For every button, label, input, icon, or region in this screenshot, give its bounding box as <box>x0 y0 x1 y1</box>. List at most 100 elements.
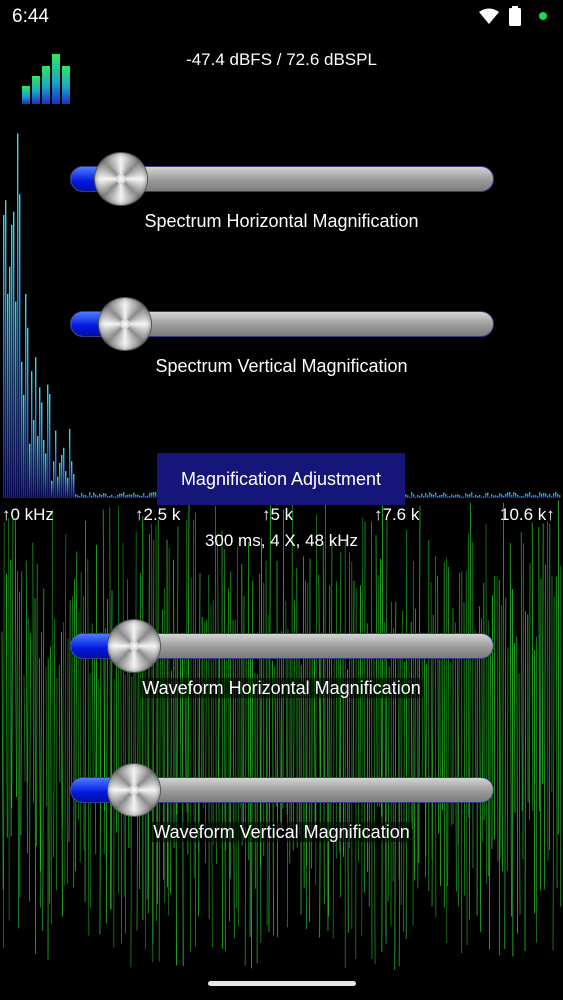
spectrum-bar <box>85 495 87 498</box>
waveform-line <box>198 573 201 917</box>
slider-thumb[interactable] <box>107 764 160 816</box>
waveform-line <box>504 597 507 949</box>
spectrum-bar <box>431 494 433 498</box>
spectrum-bar <box>529 492 531 498</box>
waveform-line <box>3 521 5 949</box>
waveform-line <box>509 542 512 917</box>
spectrum-bar <box>147 495 149 498</box>
spectrum-bar <box>95 494 97 498</box>
spectrum-bar <box>115 496 117 498</box>
spectrum-bar <box>543 493 545 498</box>
waveform-line <box>499 605 502 859</box>
waveform-line <box>29 633 31 902</box>
spectrum-bar <box>109 495 111 498</box>
spectrum-bar <box>131 494 133 498</box>
spectrum-bar <box>45 453 47 498</box>
waveform-line <box>8 518 10 921</box>
level-readout: -47.4 dBFS / 72.6 dBSPL <box>186 50 377 69</box>
waveform-line <box>541 523 544 784</box>
spectrum-bar <box>521 495 523 498</box>
spectrum-bar <box>19 194 21 498</box>
waveform-line <box>6 573 8 838</box>
spectrum-bar <box>525 493 527 498</box>
spectrum-bar <box>117 494 119 498</box>
spectrum-bar <box>519 496 521 498</box>
waveform-line <box>147 534 150 914</box>
spectrum-bar <box>79 496 81 498</box>
spectrum-bar <box>51 480 53 498</box>
spectrum-bar <box>497 495 499 498</box>
spectrum-bar <box>93 492 95 498</box>
spectrum-bar <box>447 496 449 498</box>
spectrum-bar <box>547 495 549 498</box>
spectrum-bar <box>17 133 19 498</box>
spectrum-bar <box>515 492 517 498</box>
spectrum-bar <box>75 494 77 498</box>
spectrum-bar <box>125 495 127 498</box>
waveform-line <box>268 505 271 932</box>
spectrum-bar <box>69 428 71 498</box>
spectrum-bar <box>97 495 99 498</box>
waveform-line <box>151 523 154 963</box>
spectrum-bar <box>29 443 31 498</box>
waveform-line <box>266 615 269 926</box>
spectrum-bar <box>483 496 485 498</box>
spectrum-bar <box>473 496 475 498</box>
spectrum-bar <box>455 494 457 498</box>
waveform-line <box>234 619 237 908</box>
spectrum-bar <box>57 476 59 498</box>
waveform-line <box>40 631 42 908</box>
spectrum-bar <box>63 447 65 498</box>
spectrum-bar <box>127 494 129 498</box>
slider-label: Waveform Vertical Magnification <box>151 822 412 842</box>
spectrum-bar <box>149 493 151 498</box>
waveform-line <box>32 542 35 803</box>
spectrum-bar <box>457 494 459 498</box>
spectrum-bar <box>409 496 411 498</box>
spectrum-bar <box>103 493 105 498</box>
waveform-line <box>84 521 86 902</box>
waveform-line <box>282 509 285 809</box>
waveform-line <box>36 564 38 847</box>
spectrum-bar <box>487 492 489 498</box>
slider-thumb[interactable] <box>99 298 152 350</box>
spectrum-bar <box>43 440 45 498</box>
waveform-line <box>520 531 523 812</box>
spectrum-bar <box>81 493 83 498</box>
waveform-line <box>457 572 461 846</box>
spectrum-bar <box>413 494 415 498</box>
spectrum-bar <box>9 266 11 498</box>
spectrum-bar <box>505 493 507 498</box>
waveform-line <box>61 631 63 917</box>
spectrum-bar <box>411 492 413 498</box>
spectrum-bar <box>465 493 467 498</box>
spectrum-bar <box>537 496 539 498</box>
waveform-line <box>87 558 90 936</box>
waveform-line <box>392 627 395 882</box>
gesture-nav-handle[interactable] <box>208 981 356 986</box>
waveform-line <box>79 572 82 863</box>
spectrum-bar <box>71 461 73 498</box>
spectrum-bar <box>429 492 431 498</box>
spectrum-bar <box>133 492 135 498</box>
waveform-line <box>276 560 279 938</box>
slider-thumb[interactable] <box>94 153 147 205</box>
waveform-line <box>20 571 23 836</box>
waveform-line <box>454 622 457 892</box>
waveform-line <box>540 578 542 891</box>
spectrum-bar <box>501 494 503 498</box>
spectrum-bar <box>553 493 555 498</box>
spectrum-bar <box>495 495 497 498</box>
waveform-line <box>339 551 342 898</box>
status-icons <box>479 6 547 26</box>
slider-thumb[interactable] <box>107 620 160 672</box>
spectrum-bar <box>41 402 43 498</box>
waveform-line <box>381 503 384 953</box>
spectrum-bar <box>433 495 435 498</box>
spectrum-bar <box>475 494 477 498</box>
waveform-line <box>223 549 226 951</box>
spectrum-bar <box>129 494 131 498</box>
spectrum-bar <box>111 494 113 498</box>
spectrum-bar <box>65 471 67 498</box>
spectrum-bar <box>145 496 147 498</box>
